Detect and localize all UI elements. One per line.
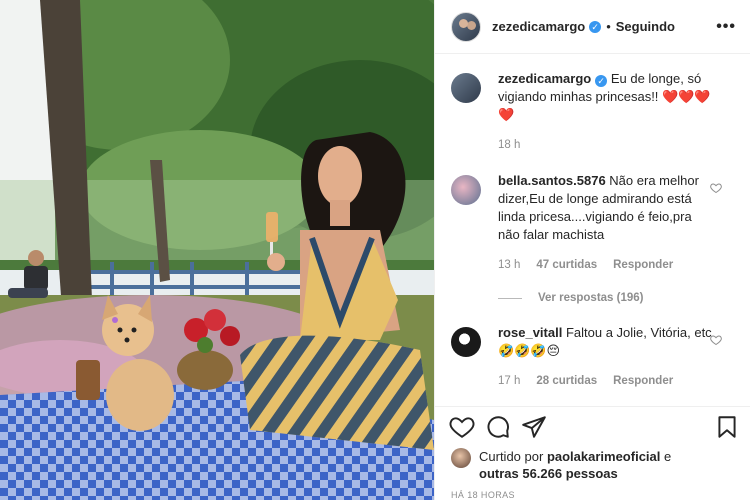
caption-avatar[interactable] — [451, 73, 481, 103]
heart-icon[interactable] — [449, 414, 475, 440]
liker-avatar[interactable] — [451, 448, 471, 468]
caption: zezedicamargo ✓ Eu de longe, só vigiando … — [451, 70, 736, 154]
verified-badge-icon: ✓ — [595, 75, 608, 87]
post-action-bar — [435, 406, 750, 446]
comment-likes[interactable]: 47 curtidas — [536, 256, 597, 274]
reply-button[interactable]: Responder — [613, 256, 673, 274]
likes-summary: Curtido por paolakarimeoficial e outras … — [451, 448, 736, 482]
post-photo[interactable] — [0, 0, 434, 500]
view-replies-button[interactable]: Ver respostas (196) — [498, 292, 736, 304]
author-username[interactable]: zezedicamargo — [492, 19, 585, 34]
photo-illustration — [0, 0, 434, 500]
comment-text: Faltou a Jolie, Vitória, etc — [565, 325, 712, 340]
author-avatar[interactable] — [451, 11, 481, 42]
following-button[interactable]: Seguindo — [616, 19, 675, 34]
likes-prefix: Curtido por — [479, 449, 544, 464]
comment-item: bella.santos.5876 Não era melhor dizer,E… — [451, 172, 736, 274]
comment-time[interactable]: 13 h — [498, 256, 520, 274]
caption-time[interactable]: 18 h — [498, 136, 520, 154]
comment-avatar[interactable] — [451, 327, 481, 357]
comment-username[interactable]: rose_vitall — [498, 325, 562, 340]
header-separator: • — [606, 19, 611, 34]
replies-divider — [498, 297, 522, 299]
comment-username[interactable]: bella.santos.5876 — [498, 173, 606, 188]
like-comment-heart-icon[interactable] — [710, 182, 722, 194]
comment-likes[interactable]: 28 curtidas — [536, 372, 597, 390]
comment-item: rose_vitall Faltou a Jolie, Vitória, etc… — [451, 324, 736, 390]
reply-button[interactable]: Responder — [613, 372, 673, 390]
likes-others[interactable]: outras 56.266 pessoas — [479, 466, 618, 481]
liker-username[interactable]: paolakarimeoficial — [547, 449, 660, 464]
comment-emoji: 🤣🤣🤣😔 — [498, 343, 561, 358]
bookmark-icon[interactable] — [714, 414, 740, 440]
post-header: zezedicamargo ✓ • Seguindo ••• — [435, 0, 750, 54]
caption-username[interactable]: zezedicamargo — [498, 71, 591, 86]
view-replies-label: Ver respostas (196) — [538, 292, 644, 304]
like-comment-heart-icon[interactable] — [710, 334, 722, 346]
likes-middle: e — [664, 449, 672, 464]
more-options-icon[interactable]: ••• — [716, 18, 736, 36]
comment-avatar[interactable] — [451, 175, 481, 205]
comment-time[interactable]: 17 h — [498, 372, 520, 390]
comment-icon[interactable] — [485, 414, 511, 440]
comments-list[interactable]: zezedicamargo ✓ Eu de longe, só vigiando … — [435, 70, 750, 407]
share-icon[interactable] — [521, 414, 547, 440]
verified-badge-icon: ✓ — [589, 20, 602, 33]
post-timestamp[interactable]: HÁ 18 HORAS — [451, 490, 515, 500]
post-sidebar: zezedicamargo ✓ • Seguindo ••• zezedicam… — [434, 0, 750, 500]
